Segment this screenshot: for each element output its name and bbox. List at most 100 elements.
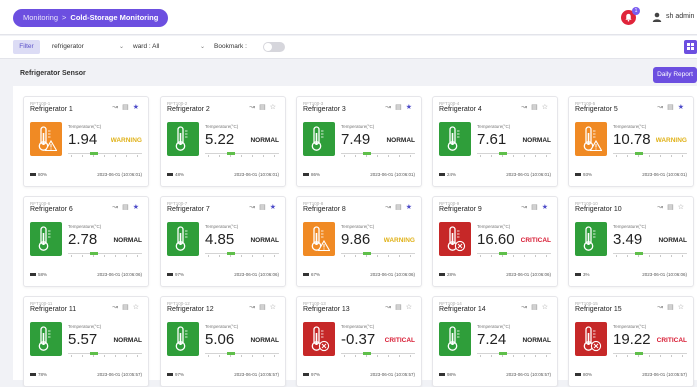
sensor-name: Refrigerator 3 — [303, 106, 346, 113]
gauge-tick — [491, 255, 492, 257]
bookmark-star-icon[interactable]: ★ — [270, 204, 280, 211]
chart-icon[interactable]: ↝ — [657, 304, 667, 311]
sensor-card[interactable]: RFT100-5 Refrigerator 5 ↝▤★ Temperature(°C)… — [568, 96, 694, 187]
daily-report-button[interactable]: Daily Report — [653, 67, 697, 83]
sensor-card[interactable]: RFT100-9 Refrigerator 9 ↝▤★ Temperature(°C)… — [432, 196, 558, 287]
battery-icon — [303, 173, 309, 177]
temperature-value: 9.86 — [341, 231, 371, 248]
sensor-card[interactable]: RFT100-3 Refrigerator 3 ↝▤★ Temperature(°C)… — [296, 96, 422, 187]
last-updated: 2023-06-01 (10:05:57) — [97, 372, 142, 377]
breadcrumb-root[interactable]: Monitoring — [23, 13, 58, 22]
gauge-normal-range — [363, 352, 371, 355]
sensor-card[interactable]: RFT100-10 Refrigerator 10 ↝▤☆ Temperature(°… — [568, 196, 694, 287]
chart-icon[interactable]: ↝ — [249, 304, 259, 311]
bookmark-star-icon[interactable]: ★ — [133, 204, 143, 211]
clipboard-icon[interactable]: ▤ — [667, 104, 678, 111]
gauge-tick — [682, 355, 683, 357]
clipboard-icon[interactable]: ▤ — [395, 104, 406, 111]
clipboard-icon[interactable]: ▤ — [259, 304, 270, 311]
bookmark-star-icon[interactable]: ☆ — [678, 204, 688, 211]
top-bar: Monitoring > Cold-Storage Monitoring 1 sh … — [0, 0, 697, 35]
gauge-tick — [71, 355, 72, 357]
sensor-card[interactable]: RFT100-8 Refrigerator 8 ↝▤★ Temperature(°C)… — [296, 196, 422, 287]
sensor-card[interactable]: RFT100-14 Refrigerator 14 ↝▤☆ Temperature(°… — [432, 296, 558, 387]
user-name[interactable]: sh admin — [666, 13, 694, 20]
gauge-tick — [208, 255, 209, 257]
chart-icon[interactable]: ↝ — [657, 204, 667, 211]
battery-percent: 24% — [447, 172, 457, 177]
battery-icon — [167, 273, 173, 277]
card-actions: ↝▤☆ — [657, 203, 688, 211]
clipboard-icon[interactable]: ▤ — [122, 204, 133, 211]
gauge-tick — [104, 155, 105, 157]
clipboard-icon[interactable]: ▤ — [667, 204, 678, 211]
bookmark-star-icon[interactable]: ★ — [406, 104, 416, 111]
bookmark-star-icon[interactable]: ☆ — [270, 304, 280, 311]
bookmark-star-icon[interactable]: ☆ — [406, 304, 416, 311]
chart-icon[interactable]: ↝ — [385, 304, 395, 311]
sensor-card[interactable]: RFT100-2 Refrigerator 2 ↝▤☆ Temperature(°C)… — [160, 96, 286, 187]
chart-icon[interactable]: ↝ — [521, 104, 531, 111]
clipboard-icon[interactable]: ▤ — [122, 104, 133, 111]
card-actions: ↝▤☆ — [657, 303, 688, 311]
clipboard-icon[interactable]: ▤ — [395, 204, 406, 211]
sensor-card[interactable]: RFT100-12 Refrigerator 12 ↝▤☆ Temperature(°… — [160, 296, 286, 387]
filter-button[interactable]: Filter — [13, 40, 40, 54]
bookmark-toggle[interactable] — [263, 42, 285, 52]
gauge-tick — [491, 355, 492, 357]
user-avatar-icon[interactable] — [652, 12, 662, 22]
sensor-card[interactable]: RFT100-1 Refrigerator 1 ↝▤★ Temperature(°C)… — [23, 96, 149, 187]
clipboard-icon[interactable]: ▤ — [395, 304, 406, 311]
device-type-select[interactable]: refrigerator ⌄ — [52, 41, 124, 53]
status-label: NORMAL — [250, 237, 279, 244]
breadcrumb[interactable]: Monitoring > Cold-Storage Monitoring — [13, 9, 169, 27]
bookmark-star-icon[interactable]: ★ — [406, 204, 416, 211]
sensor-card[interactable]: RFT100-15 Refrigerator 15 ↝▤☆ Temperature(°… — [568, 296, 694, 387]
gauge-tick — [230, 255, 231, 257]
ward-select[interactable]: ward : All ⌄ — [133, 41, 205, 53]
last-updated: 2023-06-01 (10:06:01) — [97, 172, 142, 177]
chart-icon[interactable]: ↝ — [657, 104, 667, 111]
gauge-tick — [241, 255, 242, 257]
gauge-tick — [682, 155, 683, 157]
bookmark-star-icon[interactable]: ☆ — [542, 104, 552, 111]
bookmark-star-icon[interactable]: ☆ — [678, 304, 688, 311]
sensor-card[interactable]: RFT100-4 Refrigerator 4 ↝▤☆ Temperature(°C)… — [432, 96, 558, 187]
bookmark-star-icon[interactable]: ★ — [678, 104, 688, 111]
chart-icon[interactable]: ↝ — [385, 104, 395, 111]
gauge-normal-range — [90, 252, 98, 255]
battery-percent: 80% — [583, 372, 593, 377]
chart-icon[interactable]: ↝ — [385, 204, 395, 211]
bookmark-star-icon[interactable]: ★ — [133, 104, 143, 111]
gauge-tick — [660, 155, 661, 157]
bookmark-star-icon[interactable]: ★ — [542, 204, 552, 211]
bookmark-star-icon[interactable]: ☆ — [542, 304, 552, 311]
bookmark-star-icon[interactable]: ☆ — [133, 304, 143, 311]
sensor-card[interactable]: RFT100-7 Refrigerator 7 ↝▤★ Temperature(°C)… — [160, 196, 286, 287]
bookmark-star-icon[interactable]: ☆ — [270, 104, 280, 111]
sensor-card[interactable]: RFT100-6 Refrigerator 6 ↝▤★ Temperature(°C)… — [23, 196, 149, 287]
chart-icon[interactable]: ↝ — [112, 104, 122, 111]
temperature-gauge — [613, 351, 687, 357]
gauge-tick — [71, 255, 72, 257]
card-actions: ↝▤☆ — [249, 303, 280, 311]
clipboard-icon[interactable]: ▤ — [667, 304, 678, 311]
chart-icon[interactable]: ↝ — [249, 204, 259, 211]
sensor-card[interactable]: RFT100-13 Refrigerator 13 ↝▤☆ Temperature(°… — [296, 296, 422, 387]
chart-icon[interactable]: ↝ — [249, 104, 259, 111]
temperature-gauge — [341, 151, 415, 157]
sensor-card[interactable]: RFT100-11 Refrigerator 11 ↝▤☆ Temperature(°… — [23, 296, 149, 387]
chart-icon[interactable]: ↝ — [521, 304, 531, 311]
clipboard-icon[interactable]: ▤ — [531, 304, 542, 311]
grid-view-button[interactable] — [684, 40, 697, 54]
clipboard-icon[interactable]: ▤ — [122, 304, 133, 311]
chart-icon[interactable]: ↝ — [521, 204, 531, 211]
gauge-tick — [513, 355, 514, 357]
clipboard-icon[interactable]: ▤ — [531, 104, 542, 111]
chart-icon[interactable]: ↝ — [112, 304, 122, 311]
sensor-name: Refrigerator 6 — [30, 206, 73, 213]
clipboard-icon[interactable]: ▤ — [259, 204, 270, 211]
clipboard-icon[interactable]: ▤ — [259, 104, 270, 111]
chart-icon[interactable]: ↝ — [112, 204, 122, 211]
clipboard-icon[interactable]: ▤ — [531, 204, 542, 211]
